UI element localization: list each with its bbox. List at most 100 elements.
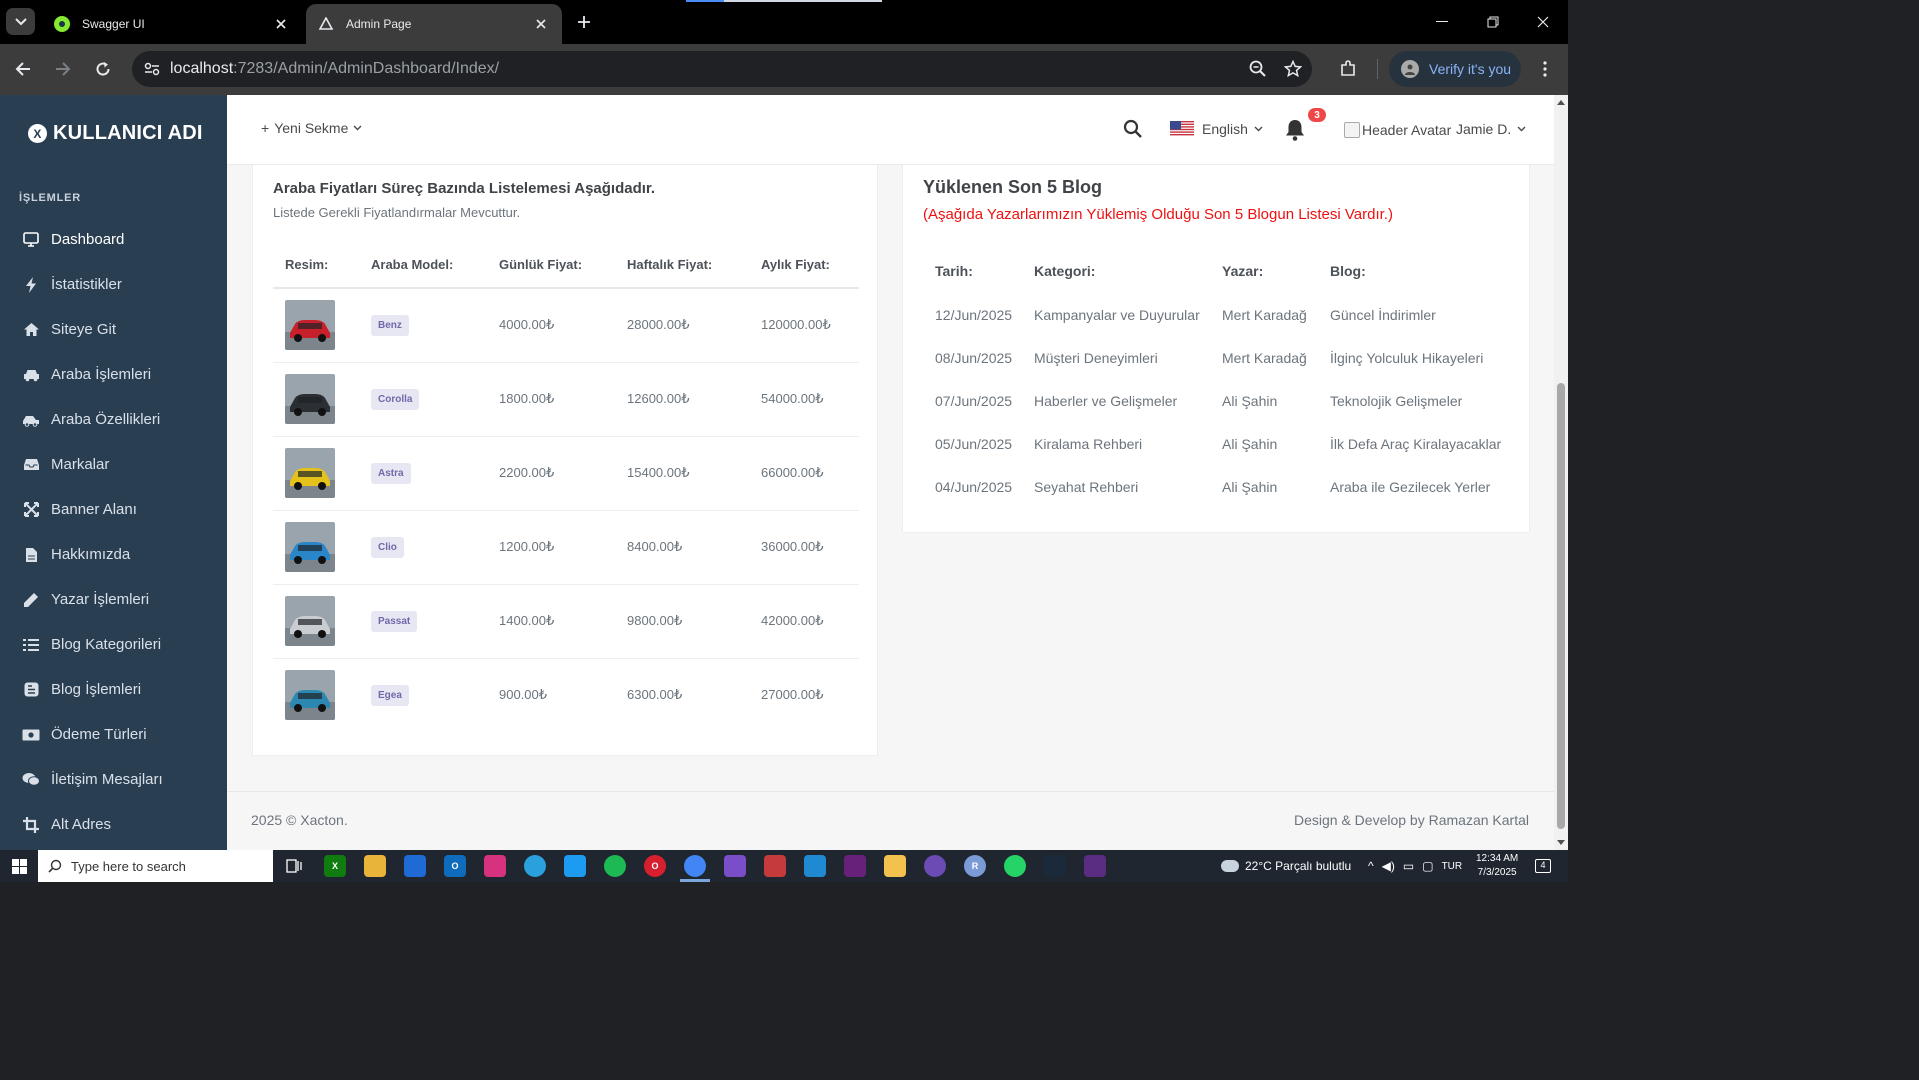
bell-icon[interactable] — [1284, 118, 1308, 142]
bookmark-star-icon[interactable] — [1280, 56, 1306, 82]
home-icon — [22, 321, 40, 339]
user-dropdown[interactable]: Jamie D. — [1456, 121, 1526, 137]
system-tray[interactable]: ^ ◀) ▭ ▢ TUR — [1368, 850, 1462, 882]
sidebar-item-sub-address[interactable]: Alt Adres — [0, 802, 227, 847]
visual-studio-icon[interactable] — [724, 855, 746, 877]
vscode-icon[interactable] — [804, 855, 826, 877]
clock[interactable]: 12:34 AM 7/3/2025 — [1476, 852, 1518, 880]
app-icon[interactable] — [924, 855, 946, 877]
search-icon[interactable] — [1123, 119, 1145, 141]
visual-studio-2-icon[interactable] — [844, 855, 866, 877]
daily-price-cell: 1200.00₺ — [487, 510, 615, 585]
sidebar-item-car-operations[interactable]: Araba İşlemleri — [0, 352, 227, 397]
action-center-button[interactable]: 4 — [1535, 850, 1551, 882]
blog-category-cell: Kiralama Rehberi — [1034, 435, 1143, 452]
windows-start-button[interactable] — [0, 850, 38, 882]
opera-icon[interactable]: O — [644, 855, 666, 877]
file-explorer-icon[interactable] — [364, 855, 386, 877]
weekly-price-cell: 15400.00₺ — [615, 436, 749, 511]
sql-server-icon[interactable] — [764, 855, 786, 877]
sidebar-item-about-us[interactable]: Hakkımızda — [0, 532, 227, 577]
url-text[interactable]: localhost:7283/Admin/AdminDashboard/Inde… — [170, 60, 499, 78]
input-language[interactable]: TUR — [1442, 861, 1463, 872]
close-window-button[interactable] — [1523, 8, 1563, 36]
xbox-icon[interactable]: X — [324, 855, 346, 877]
brand-logo-icon: X — [28, 124, 47, 143]
scroll-up-arrow-icon[interactable] — [1557, 100, 1565, 105]
terminal-icon[interactable] — [1084, 855, 1106, 877]
sidebar-menu: Dashboard İstatistikler Siteye Git Araba… — [0, 217, 227, 847]
store-icon[interactable] — [404, 855, 426, 877]
browser-toolbar: localhost:7283/Admin/AdminDashboard/Inde… — [0, 44, 1568, 95]
column-header: Haftalık Fiyat: — [615, 242, 749, 289]
sidebar-item-car-features[interactable]: Araba Özellikleri — [0, 397, 227, 442]
tab-close-icon[interactable] — [532, 15, 550, 33]
page-scrollbar[interactable] — [1554, 95, 1568, 850]
blog-title-cell: İlginç Yolculuk Hikayeleri — [1330, 349, 1484, 366]
paint-icon[interactable] — [884, 855, 906, 877]
sidebar-item-author-operations[interactable]: Yazar İşlemleri — [0, 577, 227, 622]
r-app-icon[interactable]: R — [964, 855, 986, 877]
outlook-icon[interactable]: O — [444, 855, 466, 877]
blog-date-cell: 12/Jun/2025 — [935, 306, 1013, 323]
new-tab-label: Yeni Sekme — [274, 120, 349, 136]
task-view-icon[interactable] — [283, 855, 305, 877]
car-image-cell — [273, 362, 359, 437]
new-tab-dropdown[interactable]: + Yeni Sekme — [261, 120, 362, 136]
sidebar-item-label: Blog Kategorileri — [51, 636, 162, 653]
spotify-icon[interactable] — [604, 855, 626, 877]
browser-menu-button[interactable] — [1532, 56, 1558, 82]
blog-title-cell: Araba ile Gezilecek Yerler — [1330, 478, 1491, 495]
reload-button[interactable] — [90, 56, 116, 82]
zoom-icon[interactable] — [1245, 56, 1271, 82]
table-row: Passat 1400.00₺ 9800.00₺ 42000.00₺ — [273, 584, 859, 659]
sidebar-item-blog-categories[interactable]: Blog Kategorileri — [0, 622, 227, 667]
restore-button[interactable] — [1473, 8, 1513, 36]
sidebar-item-banner-area[interactable]: Banner Alanı — [0, 487, 227, 532]
twitter-icon[interactable] — [564, 855, 586, 877]
blog-date-cell: 05/Jun/2025 — [935, 435, 1013, 452]
car-image-cell — [273, 510, 359, 585]
address-bar[interactable]: localhost:7283/Admin/AdminDashboard/Inde… — [132, 51, 1312, 87]
tab-swagger[interactable]: Swagger UI — [42, 4, 302, 44]
minimize-button[interactable] — [1422, 8, 1462, 36]
back-button[interactable] — [10, 56, 36, 82]
sidebar-item-payment-types[interactable]: Ödeme Türleri — [0, 712, 227, 757]
weekly-price-cell: 8400.00₺ — [615, 510, 749, 585]
model-badge: Corolla — [371, 388, 420, 410]
weather-text: 22°C Parçalı bulutlu — [1245, 859, 1352, 873]
car-image-cell — [273, 288, 359, 363]
prime-video-icon[interactable] — [1044, 855, 1066, 877]
sidebar-item-label: Dashboard — [51, 231, 125, 248]
verify-profile-button[interactable]: Verify it's you — [1389, 51, 1521, 87]
tab-close-icon[interactable] — [272, 15, 290, 33]
inbox-icon — [22, 456, 40, 474]
verify-label: Verify it's you — [1429, 61, 1512, 77]
tab-search-button[interactable] — [6, 8, 35, 35]
sidebar-item-statistics[interactable]: İstatistikler — [0, 262, 227, 307]
taskbar-search-input[interactable]: Type here to search — [38, 850, 273, 882]
forward-button[interactable] — [50, 56, 76, 82]
scroll-down-arrow-icon[interactable] — [1557, 840, 1565, 845]
extensions-button[interactable] — [1335, 56, 1361, 82]
comments-icon — [22, 771, 40, 789]
site-settings-icon[interactable] — [134, 51, 170, 87]
chrome-icon[interactable] — [684, 855, 706, 877]
sidebar-item-blog-operations[interactable]: Blog İşlemleri — [0, 667, 227, 712]
sidebar-item-contact-messages[interactable]: İletişim Mesajları — [0, 757, 227, 802]
sidebar-item-dashboard[interactable]: Dashboard — [0, 217, 227, 262]
scrollbar-thumb[interactable] — [1557, 383, 1565, 829]
plus-icon — [578, 16, 590, 28]
brand[interactable]: X KULLANICI ADI — [28, 122, 203, 145]
telegram-icon[interactable] — [524, 855, 546, 877]
tab-admin-page[interactable]: Admin Page — [306, 4, 562, 44]
sidebar-item-go-to-site[interactable]: Siteye Git — [0, 307, 227, 352]
whatsapp-icon[interactable] — [1004, 855, 1026, 877]
weather-widget[interactable]: 22°C Parçalı bulutlu — [1221, 850, 1351, 882]
instagram-icon[interactable] — [484, 855, 506, 877]
language-dropdown[interactable]: English — [1170, 121, 1263, 137]
new-tab-button[interactable] — [572, 12, 596, 32]
car-side-icon — [22, 411, 40, 429]
sidebar-item-brands[interactable]: Markalar — [0, 442, 227, 487]
avatar[interactable]: Header Avatar — [1344, 122, 1451, 138]
